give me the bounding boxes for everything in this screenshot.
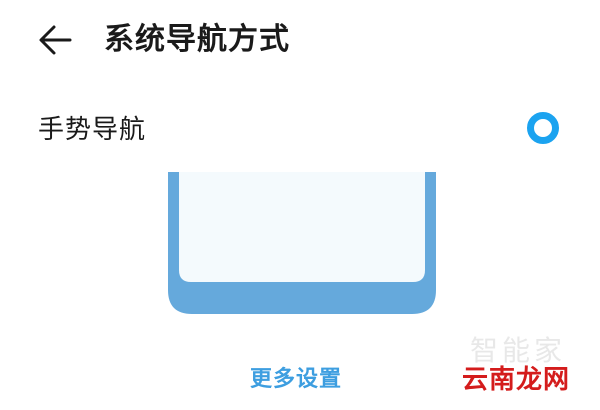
gesture-navigation-illustration [168, 172, 436, 314]
radio-selected-icon [527, 112, 559, 144]
header: 系统导航方式 [0, 0, 600, 80]
arrow-left-icon [39, 25, 72, 55]
back-button[interactable] [34, 18, 78, 62]
page-title: 系统导航方式 [104, 22, 290, 57]
phone-preview-icon [168, 172, 436, 314]
gesture-navigation-label: 手势导航 [38, 115, 147, 145]
navigation-settings-page: 系统导航方式 手势导航 更多设置 智能家 云南龙网 [0, 0, 600, 410]
gesture-navigation-option[interactable]: 手势导航 [0, 100, 600, 160]
more-settings-link[interactable]: 更多设置 [250, 362, 342, 398]
gesture-navigation-radio[interactable] [525, 110, 561, 146]
watermark-logo: 云南龙网 [462, 365, 571, 395]
